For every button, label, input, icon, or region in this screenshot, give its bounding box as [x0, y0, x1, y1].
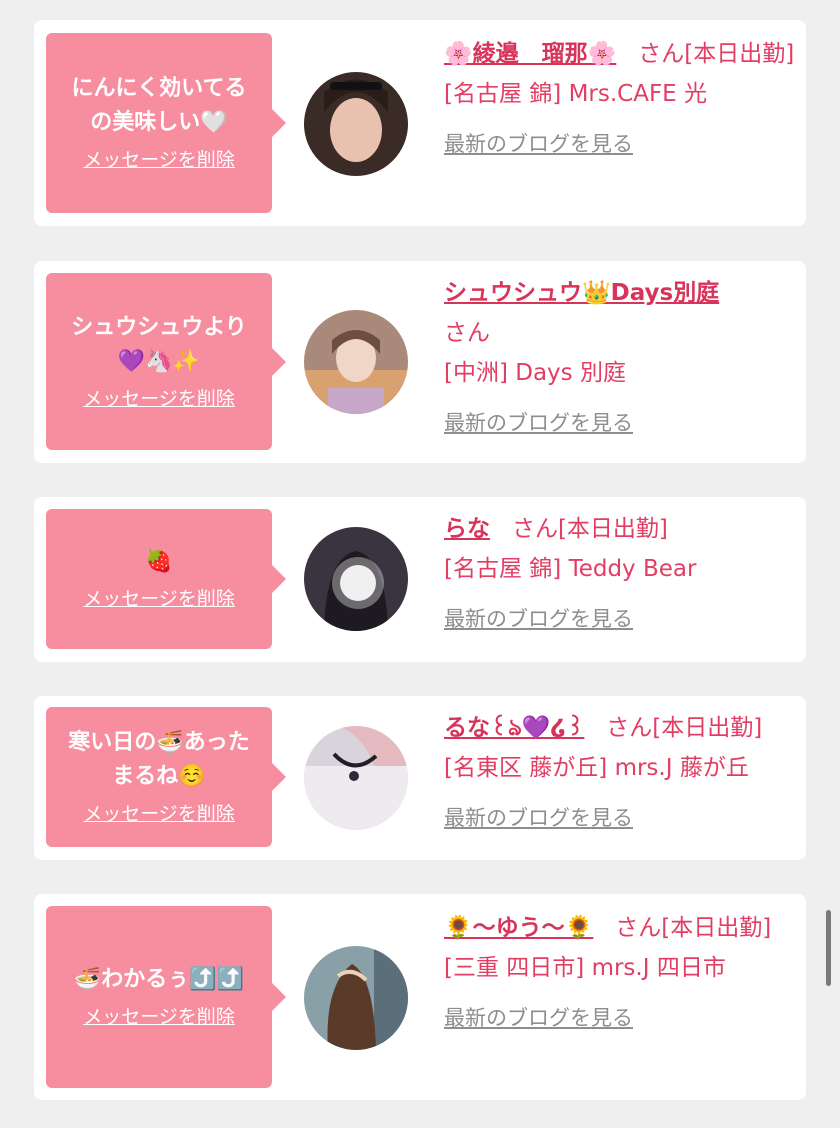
delete-message-link[interactable]: メッセージを削除	[83, 585, 235, 613]
message-bubble: 寒い日の🍜あった まるね☺️ メッセージを削除	[46, 707, 286, 847]
delete-message-link[interactable]: メッセージを削除	[83, 385, 235, 413]
cast-info: シュウシュウ👑Days別庭 さん [中洲] Days 別庭 最新のブログを見る	[444, 273, 796, 443]
cast-info: らな さん[本日出勤] [名古屋 錦] Teddy Bear 最新のブログを見る	[444, 509, 796, 639]
message-text: 寒い日の🍜あった まるね☺️	[68, 730, 250, 789]
latest-blog-link[interactable]: 最新のブログを見る	[444, 798, 633, 838]
cast-name-link[interactable]: 🌻〜ゆう〜🌻	[444, 915, 593, 941]
avatar[interactable]	[304, 527, 408, 631]
latest-blog-link[interactable]: 最新のブログを見る	[444, 599, 633, 639]
message-text: にんにく効いてる の美味しい🤍	[71, 76, 247, 135]
cast-name-link[interactable]: シュウシュウ👑Days別庭	[444, 280, 719, 306]
shop-label: [三重 四日市] mrs.J 四日市	[444, 955, 726, 981]
message-bubble: 🍓 メッセージを削除	[46, 509, 286, 649]
message-card: シュウシュウより 💜🦄✨ メッセージを削除 シュウシュウ👑Days別庭 さん […	[34, 261, 806, 463]
message-card: にんにく効いてる の美味しい🤍 メッセージを削除 🌸綾邉 瑠那🌸 さん[本日出勤…	[34, 20, 806, 226]
cast-status: さん[本日出勤]	[511, 516, 668, 542]
shop-label: [名古屋 錦] Mrs.CAFE 光	[444, 81, 708, 107]
latest-blog-link[interactable]: 最新のブログを見る	[444, 998, 633, 1038]
latest-blog-link[interactable]: 最新のブログを見る	[444, 403, 633, 443]
shop-label: [名古屋 錦] Teddy Bear	[444, 556, 697, 582]
message-card: 寒い日の🍜あった まるね☺️ メッセージを削除 るな꒰ঌ💜໒꒱ さん[本日出勤]…	[34, 696, 806, 860]
shop-label: [中洲] Days 別庭	[444, 360, 626, 386]
cast-name-link[interactable]: るな꒰ঌ💜໒꒱	[444, 715, 584, 741]
shop-label: [名東区 藤が丘] mrs.J 藤が丘	[444, 755, 749, 781]
message-text: 🍜わかるぅ⤴️⤴️	[73, 967, 245, 992]
scrollbar[interactable]	[826, 910, 831, 986]
avatar[interactable]	[304, 946, 408, 1050]
avatar[interactable]	[304, 310, 408, 414]
avatar[interactable]	[304, 726, 408, 830]
message-text: 🍓	[145, 549, 173, 574]
cast-info: 🌸綾邉 瑠那🌸 さん[本日出勤] [名古屋 錦] Mrs.CAFE 光 最新のブ…	[444, 34, 796, 164]
cast-status: さん[本日出勤]	[615, 915, 772, 941]
cast-status: さん[本日出勤]	[606, 715, 763, 741]
message-card: 🍓 メッセージを削除 らな さん[本日出勤] [名古屋 錦] Teddy Bea…	[34, 497, 806, 662]
cast-name-link[interactable]: 🌸綾邉 瑠那🌸	[444, 41, 616, 67]
message-card: 🍜わかるぅ⤴️⤴️ メッセージを削除 🌻〜ゆう〜🌻 さん[本日出勤] [三重 四…	[34, 894, 806, 1100]
delete-message-link[interactable]: メッセージを削除	[83, 800, 235, 828]
delete-message-link[interactable]: メッセージを削除	[83, 146, 235, 174]
message-bubble: 🍜わかるぅ⤴️⤴️ メッセージを削除	[46, 906, 286, 1088]
avatar[interactable]	[304, 72, 408, 176]
cast-status: さん	[444, 320, 490, 346]
cast-info: 🌻〜ゆう〜🌻 さん[本日出勤] [三重 四日市] mrs.J 四日市 最新のブロ…	[444, 908, 796, 1038]
message-text: シュウシュウより 💜🦄✨	[71, 314, 247, 374]
delete-message-link[interactable]: メッセージを削除	[83, 1003, 235, 1031]
message-bubble: にんにく効いてる の美味しい🤍 メッセージを削除	[46, 33, 286, 213]
message-bubble: シュウシュウより 💜🦄✨ メッセージを削除	[46, 273, 286, 450]
cast-name-link[interactable]: らな	[444, 516, 490, 542]
cast-status: さん[本日出勤]	[638, 41, 795, 67]
cast-info: るな꒰ঌ💜໒꒱ さん[本日出勤] [名東区 藤が丘] mrs.J 藤が丘 最新の…	[444, 708, 796, 838]
latest-blog-link[interactable]: 最新のブログを見る	[444, 124, 633, 164]
